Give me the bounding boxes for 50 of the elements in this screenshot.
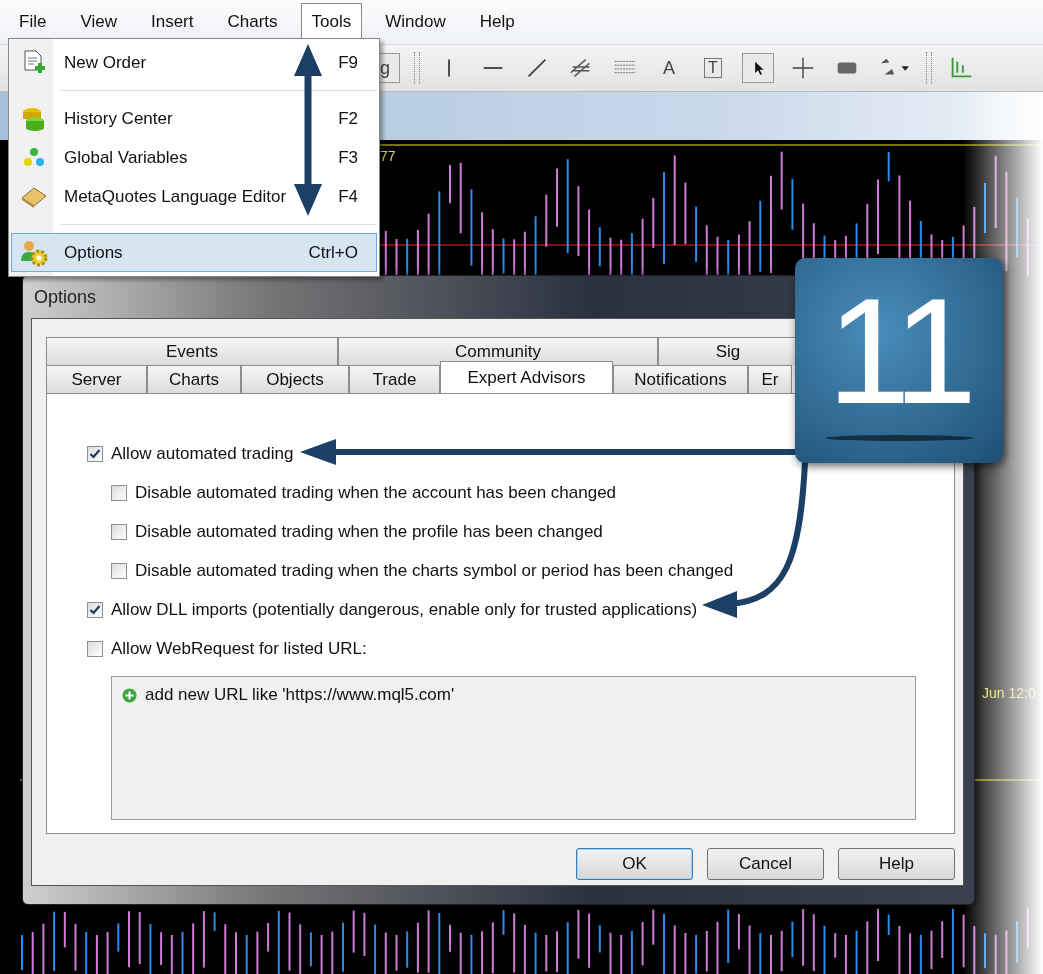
menu-item[interactable]: Global Variables F3 — [11, 138, 377, 177]
checkbox-label: Disable automated trading when the account has been changed — [135, 482, 617, 503]
checkbox-label: Disable automated trading when the profile has been changed — [135, 521, 603, 542]
step-number: 11 — [827, 275, 971, 426]
time-label: Jun 12:0 — [982, 685, 1036, 701]
checkbox[interactable] — [111, 523, 127, 540]
tab[interactable]: Notifications — [613, 365, 748, 393]
book-icon — [20, 185, 48, 208]
checkbox[interactable] — [87, 445, 103, 462]
checkbox[interactable] — [111, 484, 127, 501]
cursor-icon[interactable] — [742, 53, 774, 83]
menu-item[interactable]: Charts — [216, 3, 289, 41]
tab[interactable]: Sig — [658, 337, 798, 365]
checkbox[interactable] — [111, 562, 127, 579]
tab[interactable]: Community — [338, 337, 658, 365]
tab[interactable]: Events — [46, 337, 338, 365]
tab[interactable]: Expert Advisors — [440, 361, 613, 393]
dialog-button[interactable]: OK — [576, 848, 693, 880]
tab[interactable]: Objects — [241, 365, 349, 393]
tab[interactable]: Server — [46, 365, 147, 393]
dialog-title: Options — [34, 286, 97, 308]
menu-item[interactable]: History Center F2 — [11, 99, 377, 138]
checkbox-label: Disable automated trading when the charts symbol or period has been changed — [135, 560, 734, 581]
checkbox-label: Allow WebRequest for listed URL: — [111, 638, 367, 659]
checkbox[interactable] — [87, 640, 103, 657]
tab[interactable]: Charts — [147, 365, 241, 393]
three-dots-icon — [22, 146, 46, 169]
checkbox-label: Allow automated trading — [111, 443, 294, 464]
document-plus-icon — [22, 49, 46, 76]
menu-item[interactable]: File — [8, 3, 58, 41]
text-label-tool-button[interactable]: T — [698, 53, 728, 83]
menu-item[interactable]: MetaQuotes Language Editor F4 — [11, 177, 377, 216]
menu-item[interactable]: Options Ctrl+O — [11, 233, 377, 272]
menu-item[interactable]: View — [69, 3, 128, 41]
menu-item[interactable]: Insert — [139, 3, 205, 41]
text-tool-button[interactable]: A — [654, 53, 684, 83]
price-label: 77 — [380, 148, 396, 164]
menu-item[interactable]: Window — [374, 3, 457, 41]
dialog-button[interactable]: Cancel — [707, 848, 824, 880]
menu-item[interactable]: Tools — [300, 3, 363, 41]
url-list-item[interactable]: add new URL like 'https://www.mql5.com' — [145, 685, 455, 705]
dialog-button[interactable]: Help — [838, 848, 955, 880]
menu-item[interactable]: Help — [468, 3, 526, 41]
checkbox-label: Allow DLL imports (potentially dangerous, enable only for trusted applications) — [111, 599, 698, 620]
checkbox[interactable] — [87, 601, 103, 618]
plus-circle-icon[interactable] — [122, 687, 137, 703]
person-gear-icon — [19, 238, 49, 267]
tab[interactable]: Er — [748, 365, 792, 393]
database-icon — [21, 105, 47, 132]
tab[interactable]: Trade — [349, 365, 440, 393]
